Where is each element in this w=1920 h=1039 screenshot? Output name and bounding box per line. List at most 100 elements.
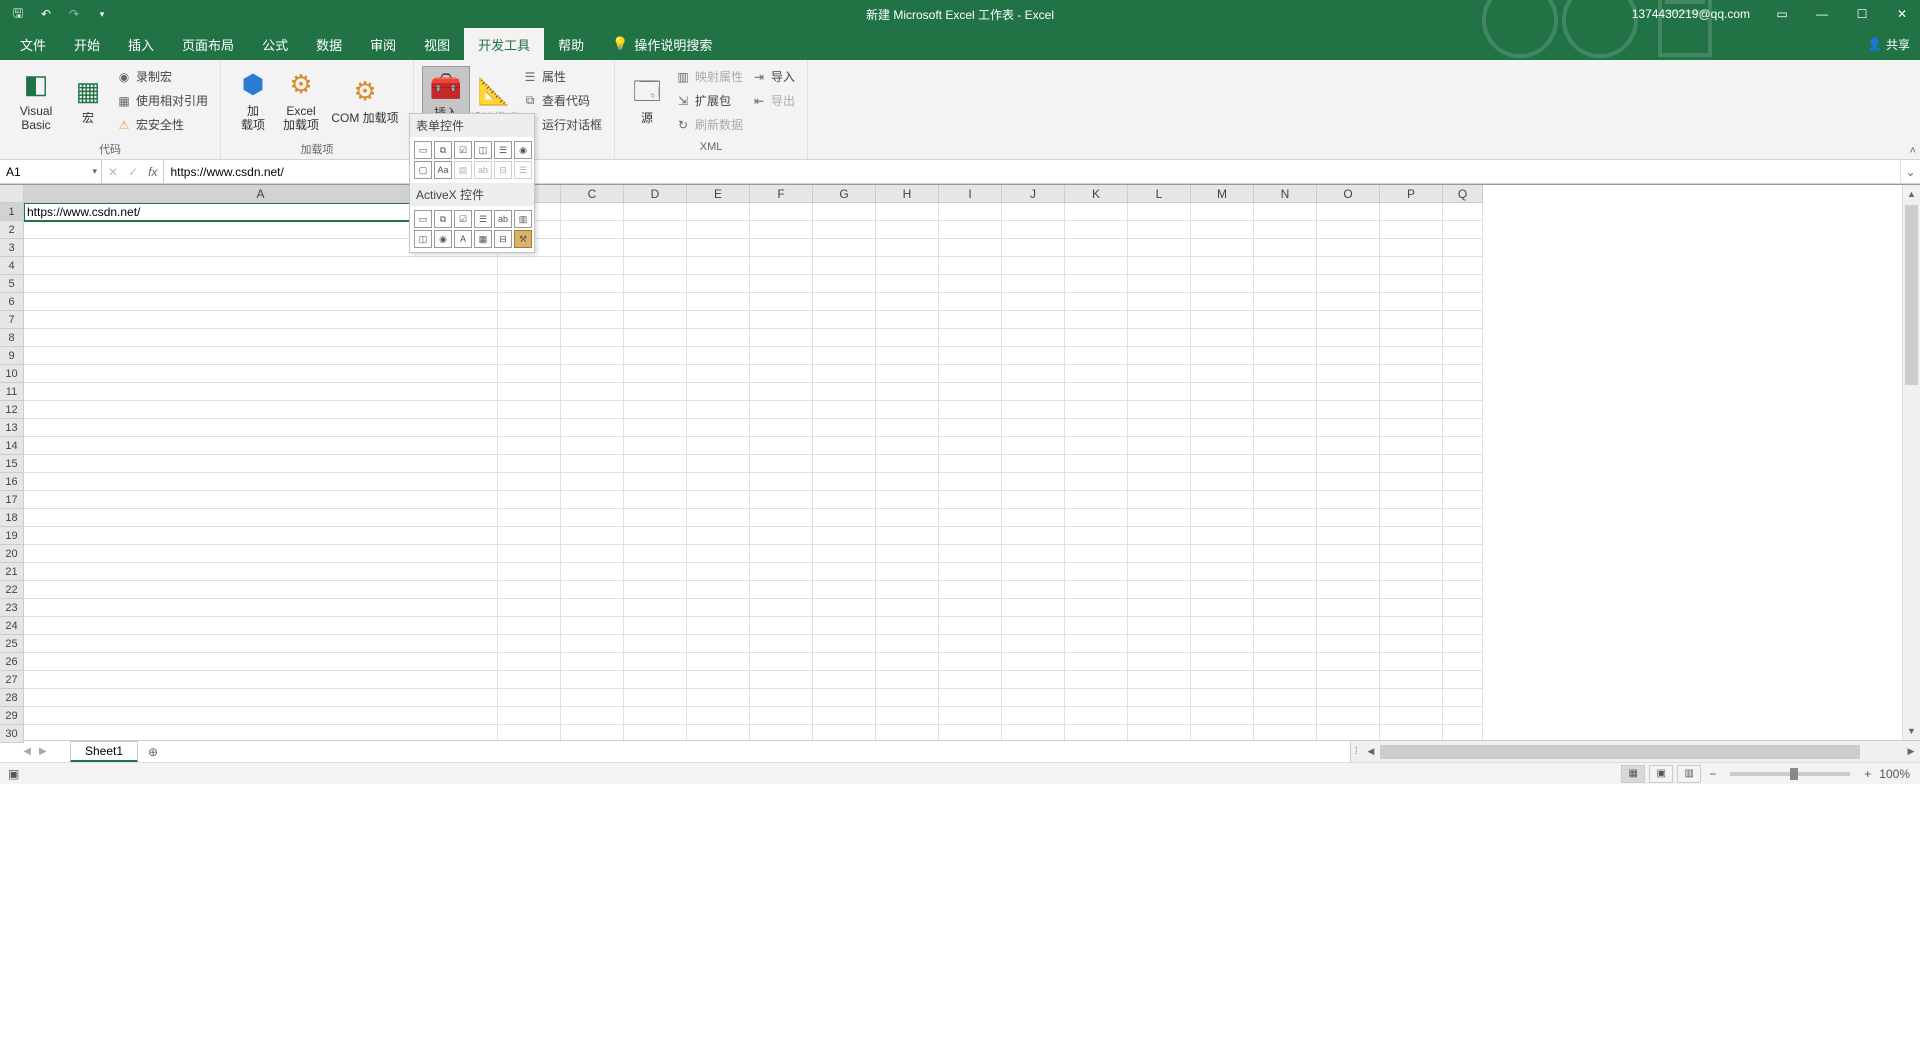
qat-customize-icon[interactable]: ▾: [92, 4, 112, 24]
cell-O19[interactable]: [1317, 527, 1380, 545]
cell-B28[interactable]: [498, 689, 561, 707]
column-header-C[interactable]: C: [561, 185, 624, 203]
cell-H27[interactable]: [876, 671, 939, 689]
cell-H10[interactable]: [876, 365, 939, 383]
redo-icon[interactable]: ↷: [64, 4, 84, 24]
cell-D1[interactable]: [624, 203, 687, 221]
cell-A6[interactable]: [24, 293, 498, 311]
cell-P21[interactable]: [1380, 563, 1443, 581]
form-scrollbar-icon[interactable]: ▤: [454, 161, 472, 179]
cell-B17[interactable]: [498, 491, 561, 509]
row-header-27[interactable]: 27: [0, 671, 24, 689]
column-header-E[interactable]: E: [687, 185, 750, 203]
cell-P12[interactable]: [1380, 401, 1443, 419]
vertical-scrollbar[interactable]: ▲ ▼: [1902, 185, 1920, 740]
cell-C23[interactable]: [561, 599, 624, 617]
cell-E8[interactable]: [687, 329, 750, 347]
cell-K15[interactable]: [1065, 455, 1128, 473]
cell-F25[interactable]: [750, 635, 813, 653]
cell-K1[interactable]: [1065, 203, 1128, 221]
cell-H14[interactable]: [876, 437, 939, 455]
cell-G1[interactable]: [813, 203, 876, 221]
cell-K10[interactable]: [1065, 365, 1128, 383]
cell-F29[interactable]: [750, 707, 813, 725]
cell-F10[interactable]: [750, 365, 813, 383]
cell-N4[interactable]: [1254, 257, 1317, 275]
tab-开发工具[interactable]: 开发工具: [464, 28, 544, 60]
cell-D21[interactable]: [624, 563, 687, 581]
ax-spinbutton-icon[interactable]: ◫: [414, 230, 432, 248]
cell-N18[interactable]: [1254, 509, 1317, 527]
cell-E30[interactable]: [687, 725, 750, 740]
share-button[interactable]: 👤共享: [1867, 36, 1910, 53]
cell-G29[interactable]: [813, 707, 876, 725]
cell-M16[interactable]: [1191, 473, 1254, 491]
cell-I19[interactable]: [939, 527, 1002, 545]
cell-G4[interactable]: [813, 257, 876, 275]
cell-J2[interactable]: [1002, 221, 1065, 239]
cell-C13[interactable]: [561, 419, 624, 437]
cell-K16[interactable]: [1065, 473, 1128, 491]
cell-J4[interactable]: [1002, 257, 1065, 275]
cell-P19[interactable]: [1380, 527, 1443, 545]
cell-L28[interactable]: [1128, 689, 1191, 707]
form-textfield-icon[interactable]: ab: [474, 161, 492, 179]
cell-M1[interactable]: [1191, 203, 1254, 221]
cell-E2[interactable]: [687, 221, 750, 239]
cell-E5[interactable]: [687, 275, 750, 293]
cell-E23[interactable]: [687, 599, 750, 617]
cell-B19[interactable]: [498, 527, 561, 545]
cell-A24[interactable]: [24, 617, 498, 635]
cell-B29[interactable]: [498, 707, 561, 725]
cell-P6[interactable]: [1380, 293, 1443, 311]
cell-L14[interactable]: [1128, 437, 1191, 455]
horizontal-scrollbar[interactable]: ⁞ ◀ ▶: [1350, 741, 1920, 762]
cell-D25[interactable]: [624, 635, 687, 653]
cell-B16[interactable]: [498, 473, 561, 491]
cell-C20[interactable]: [561, 545, 624, 563]
cell-M18[interactable]: [1191, 509, 1254, 527]
cell-C27[interactable]: [561, 671, 624, 689]
fx-icon[interactable]: fx: [148, 165, 157, 179]
cell-Q29[interactable]: [1443, 707, 1483, 725]
cell-G14[interactable]: [813, 437, 876, 455]
row-header-12[interactable]: 12: [0, 401, 24, 419]
cell-G5[interactable]: [813, 275, 876, 293]
ax-label-icon[interactable]: A: [454, 230, 472, 248]
cell-K27[interactable]: [1065, 671, 1128, 689]
tab-页面布局[interactable]: 页面布局: [168, 28, 248, 60]
cell-N2[interactable]: [1254, 221, 1317, 239]
tab-帮助[interactable]: 帮助: [544, 28, 598, 60]
macro-security-button[interactable]: ⚠宏安全性: [112, 114, 212, 136]
cell-I22[interactable]: [939, 581, 1002, 599]
cell-B30[interactable]: [498, 725, 561, 740]
cell-L21[interactable]: [1128, 563, 1191, 581]
cell-K21[interactable]: [1065, 563, 1128, 581]
cell-Q6[interactable]: [1443, 293, 1483, 311]
cell-P11[interactable]: [1380, 383, 1443, 401]
cell-L17[interactable]: [1128, 491, 1191, 509]
cell-L29[interactable]: [1128, 707, 1191, 725]
cell-H9[interactable]: [876, 347, 939, 365]
cell-I13[interactable]: [939, 419, 1002, 437]
minimize-button[interactable]: —: [1804, 0, 1840, 28]
cell-E1[interactable]: [687, 203, 750, 221]
cell-P22[interactable]: [1380, 581, 1443, 599]
cell-G19[interactable]: [813, 527, 876, 545]
cell-Q23[interactable]: [1443, 599, 1483, 617]
cell-F27[interactable]: [750, 671, 813, 689]
cell-A27[interactable]: [24, 671, 498, 689]
cell-Q27[interactable]: [1443, 671, 1483, 689]
cell-L9[interactable]: [1128, 347, 1191, 365]
row-header-16[interactable]: 16: [0, 473, 24, 491]
cell-F1[interactable]: [750, 203, 813, 221]
cell-F9[interactable]: [750, 347, 813, 365]
cell-N5[interactable]: [1254, 275, 1317, 293]
cell-D26[interactable]: [624, 653, 687, 671]
cell-C5[interactable]: [561, 275, 624, 293]
form-checkbox-icon[interactable]: ☑: [454, 141, 472, 159]
expand-formula-bar-icon[interactable]: ⌄: [1900, 160, 1920, 183]
cell-K20[interactable]: [1065, 545, 1128, 563]
cell-C8[interactable]: [561, 329, 624, 347]
tab-审阅[interactable]: 审阅: [356, 28, 410, 60]
